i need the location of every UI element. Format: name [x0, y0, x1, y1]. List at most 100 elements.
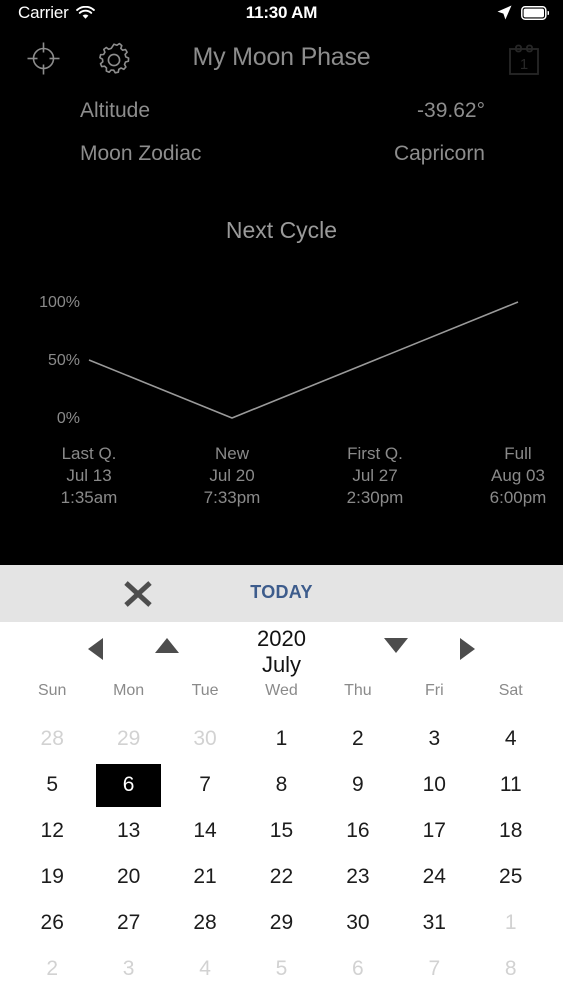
chart-phase-time: 2:30pm	[346, 488, 404, 507]
calendar-day-number: 7	[428, 957, 441, 980]
next-cycle-chart: 100% 50% 0%	[0, 280, 563, 445]
calendar-day[interactable]: 18	[473, 808, 549, 854]
next-month-arrow-icon[interactable]	[460, 638, 475, 660]
calendar-week-row: 19 20 21 22 23 24 25	[14, 854, 549, 900]
calendar-day-number: 4	[504, 727, 517, 750]
calendar-day-number: 23	[346, 865, 370, 888]
calendar-day[interactable]: 25	[473, 854, 549, 900]
calendar-day[interactable]: 6	[320, 946, 396, 992]
calendar-day[interactable]: 17	[396, 808, 472, 854]
moon-info-panel: Carrier 11:30 AM My Moon Phase 1 Altitud…	[0, 0, 563, 565]
today-button[interactable]: TODAY	[0, 582, 563, 603]
calendar-day-number: 6	[96, 763, 162, 807]
calendar-week-row: 5 6 7 8 9 10 11	[14, 762, 549, 808]
chart-phase-name: First Q.	[347, 444, 403, 463]
calendar-year: 2020	[257, 626, 306, 651]
calendar-day-number: 26	[40, 911, 64, 934]
chart-phase-time: 6:00pm	[489, 488, 547, 507]
calendar-week-row: 28 29 30 1 2 3 4	[14, 716, 549, 762]
calendar-day[interactable]: 29	[90, 716, 166, 762]
svg-text:1: 1	[520, 56, 528, 73]
calendar-day[interactable]: 24	[396, 854, 472, 900]
calendar-day[interactable]: 19	[14, 854, 90, 900]
calendar-day[interactable]: 3	[396, 716, 472, 762]
calendar-day[interactable]: 4	[167, 946, 243, 992]
calendar-day-number: 10	[422, 773, 446, 796]
calendar-day[interactable]: 8	[473, 946, 549, 992]
calendar-day[interactable]: 11	[473, 762, 549, 808]
calendar-day[interactable]: 23	[320, 854, 396, 900]
calendar-day[interactable]: 4	[473, 716, 549, 762]
info-label: Moon Zodiac	[80, 142, 202, 165]
calendar-day-number: 19	[40, 865, 64, 888]
calendar-day[interactable]: 5	[14, 762, 90, 808]
calendar-day[interactable]: 30	[320, 900, 396, 946]
calendar-day-number: 8	[275, 773, 288, 796]
calendar-day[interactable]: 3	[90, 946, 166, 992]
calendar-day-number: 3	[428, 727, 441, 750]
calendar-day[interactable]: 13	[90, 808, 166, 854]
calendar-day[interactable]: 28	[14, 716, 90, 762]
calendar-weekday-label: Sun	[37, 682, 67, 699]
location-arrow-icon	[497, 5, 512, 20]
calendar-day-number: 29	[116, 727, 141, 750]
calendar-day-number: 5	[46, 773, 59, 796]
calendar-day-selected[interactable]: 6	[90, 762, 166, 808]
chart-x-label-group: First Q. Jul 27 2:30pm	[304, 443, 447, 509]
calendar-day[interactable]: 15	[243, 808, 319, 854]
calendar-day[interactable]: 22	[243, 854, 319, 900]
calendar-nav: 2020 July	[0, 622, 563, 682]
prev-year-arrow-icon[interactable]	[384, 638, 408, 653]
info-value: -39.62°	[417, 99, 485, 122]
chart-line	[88, 301, 519, 419]
calendar-day-number: 14	[193, 819, 217, 842]
status-bar-right	[496, 4, 549, 21]
calendar-day[interactable]: 5	[243, 946, 319, 992]
calendar-day[interactable]: 14	[167, 808, 243, 854]
calendar-day[interactable]: 20	[90, 854, 166, 900]
calendar-day[interactable]: 1	[473, 900, 549, 946]
calendar-day[interactable]: 7	[167, 762, 243, 808]
calendar-day[interactable]: 16	[320, 808, 396, 854]
battery-full-icon	[521, 5, 549, 20]
calendar-day[interactable]: 1	[243, 716, 319, 762]
calendar-day-number: 22	[269, 865, 294, 888]
calendar-day[interactable]: 30	[167, 716, 243, 762]
calendar-day[interactable]: 8	[243, 762, 319, 808]
calendar-day-number: 11	[499, 773, 522, 796]
calendar-day[interactable]: 9	[320, 762, 396, 808]
calendar-day[interactable]: 12	[14, 808, 90, 854]
calendar-day[interactable]: 2	[320, 716, 396, 762]
app-root: Carrier 11:30 AM My Moon Phase 1 Altitud…	[0, 0, 563, 1000]
chart-title: Next Cycle	[225, 217, 338, 243]
chart-phase-date: Jul 20	[209, 466, 255, 485]
calendar-day[interactable]: 28	[167, 900, 243, 946]
chart-x-axis-labels: Last Q. Jul 13 1:35am New Jul 20 7:33pm First …	[0, 443, 563, 509]
calendar-day-number: 25	[499, 865, 523, 888]
calendar-week-row: 2 3 4 5 6 7 8	[14, 946, 549, 992]
calendar-day[interactable]: 31	[396, 900, 472, 946]
calendar-day-number: 13	[116, 819, 141, 842]
calendar-day-number: 28	[40, 727, 64, 750]
calendar-day-number: 15	[269, 819, 294, 842]
calendar-day[interactable]: 26	[14, 900, 90, 946]
status-bar-time: 11:30 AM	[245, 3, 318, 22]
calendar-icon[interactable]: 1	[506, 42, 542, 83]
calendar-day[interactable]: 29	[243, 900, 319, 946]
calendar-day[interactable]: 2	[14, 946, 90, 992]
calendar-day-number: 16	[346, 819, 370, 842]
calendar-toolbar: TODAY	[0, 565, 563, 622]
calendar-day[interactable]: 7	[396, 946, 472, 992]
calendar-day-number: 1	[275, 727, 288, 750]
calendar-day[interactable]: 27	[90, 900, 166, 946]
calendar-panel: 2020 July Sun Mon Tue Wed Thu Fri Sat 28 29 30 1 2…	[0, 622, 563, 1000]
calendar-grid: 28 29 30 1 2 3 4 5 6 7 8 9 10 11 12 13 14 15 16 17 18 19 20 21 2…	[0, 716, 563, 992]
calendar-day-number: 9	[352, 773, 364, 796]
info-value: Capricorn	[393, 142, 485, 165]
chart-phase-date: Jul 27	[352, 466, 398, 485]
calendar-day[interactable]: 10	[396, 762, 472, 808]
calendar-day-number: 4	[199, 957, 211, 980]
calendar-day-number: 30	[193, 727, 217, 750]
calendar-day[interactable]: 21	[167, 854, 243, 900]
calendar-day-number: 24	[422, 865, 446, 888]
